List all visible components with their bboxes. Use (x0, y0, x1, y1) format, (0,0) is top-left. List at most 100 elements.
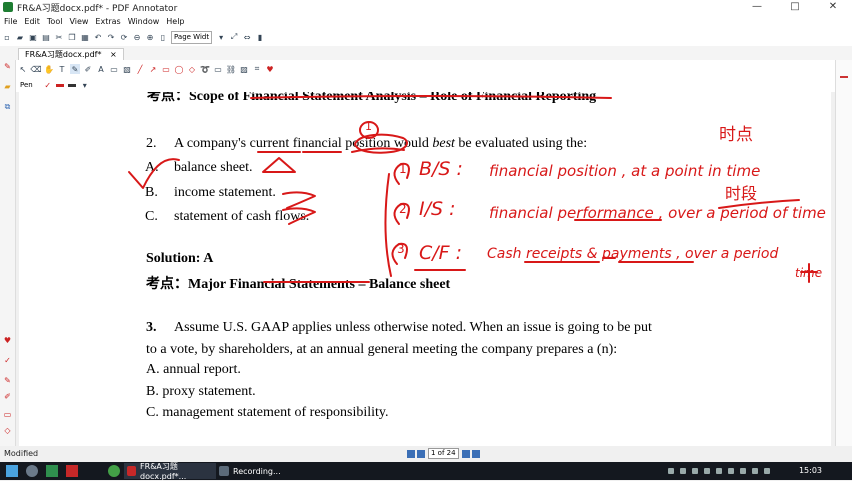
q2-option-a-text: balance sheet. (174, 160, 253, 175)
start-icon[interactable] (6, 465, 18, 477)
check-tool-icon[interactable]: ✓ (3, 356, 12, 365)
tray-icon[interactable] (716, 468, 722, 474)
ink-circle-one-label: 1 (365, 120, 372, 133)
annotation-toolbar: ↖ ⌫ ✋ T ✎ ✐ A ▭ ▧ ╱ ↗ ▭ ◯ ◇ ➰ ▭ ⛓ ▨ ⌗ ♥ (16, 60, 852, 79)
page-icon[interactable]: ▯ (158, 32, 168, 42)
pdf-page[interactable]: 考点：Scope of Financial Statement Analysis… (19, 92, 831, 446)
stamp-icon[interactable]: ▭ (109, 64, 119, 74)
zoom-in-icon[interactable]: ⊕ (145, 32, 155, 42)
menu-help[interactable]: Help (166, 17, 184, 26)
arrow-icon[interactable]: ↗ (148, 64, 158, 74)
menu-edit[interactable]: Edit (24, 17, 40, 26)
rectangle-icon[interactable]: ▭ (161, 64, 171, 74)
highlighter-icon[interactable]: ✐ (83, 64, 93, 74)
attach-icon[interactable]: ⧉ (3, 102, 12, 111)
tray-icon[interactable] (764, 468, 770, 474)
tab-close-icon[interactable]: × (110, 50, 117, 59)
note-icon[interactable]: ▭ (213, 64, 223, 74)
pen-tool-icon[interactable]: ✎ (3, 376, 12, 385)
save-icon[interactable]: ▣ (28, 32, 38, 42)
q2-kaodian: 考点：Major Financial Statements – Balance … (146, 273, 450, 293)
text-icon[interactable]: T (57, 64, 67, 74)
q3-line2: to a vote, by shareholders, at an annual… (146, 342, 618, 357)
zoom-out-icon[interactable]: ⊖ (132, 32, 142, 42)
hand-icon[interactable]: ✋ (44, 64, 54, 74)
typewriter-icon[interactable]: A (96, 64, 106, 74)
menu-bar: File Edit Tool View Extras Window Help (0, 14, 852, 28)
pen-width-swatch[interactable] (67, 83, 76, 87)
menu-window[interactable]: Window (128, 17, 160, 26)
zoom-select[interactable]: Page Widt (171, 30, 213, 44)
link-icon[interactable]: ⛓ (226, 64, 236, 74)
page-marker-icon[interactable] (840, 76, 848, 78)
system-clock[interactable]: 15:03 (799, 466, 822, 475)
minimize-button[interactable]: — (738, 0, 776, 14)
marker-tool-icon[interactable]: ✐ (3, 392, 12, 401)
q3-option-c: C. management statement of responsibilit… (146, 405, 389, 420)
shape-tool-icon[interactable]: ◇ (3, 426, 12, 435)
heart-icon[interactable]: ♥ (265, 64, 275, 74)
maximize-button[interactable]: □ (776, 0, 814, 14)
cut-icon[interactable]: ✂ (54, 32, 64, 42)
image-icon[interactable]: ▧ (122, 64, 132, 74)
new-icon[interactable]: ▫ (2, 32, 12, 42)
ellipse-icon[interactable]: ◯ (174, 64, 184, 74)
dropdown-icon[interactable]: ▾ (216, 32, 226, 42)
menu-file[interactable]: File (4, 17, 17, 26)
tray-icon[interactable] (692, 468, 698, 474)
kaodian-topic: Major Financial Statements (188, 277, 355, 292)
q2-number: 2. (146, 136, 157, 151)
pen-icon[interactable]: ✎ (70, 64, 80, 74)
box-tool-icon[interactable]: ▭ (3, 410, 12, 419)
menu-view[interactable]: View (69, 17, 88, 26)
q2-best: best (432, 136, 455, 151)
undo-icon[interactable]: ↶ (93, 32, 103, 42)
tray-icon[interactable] (740, 468, 746, 474)
crop-icon[interactable]: ⌗ (252, 64, 262, 74)
tray-icon[interactable] (728, 468, 734, 474)
menu-extras[interactable]: Extras (95, 17, 120, 26)
status-bar: Modified (0, 446, 852, 462)
fullscreen-icon[interactable]: ▮ (255, 32, 265, 42)
q2-option-b-letter: B. (145, 185, 158, 200)
heart-tool-icon[interactable]: ♥ (3, 336, 12, 345)
tray-icon[interactable] (704, 468, 710, 474)
open-folder-icon[interactable]: ▰ (15, 32, 25, 42)
pen-style-icon[interactable]: ✓ (43, 80, 53, 90)
tray-icon[interactable] (668, 468, 674, 474)
wechat-icon[interactable] (108, 465, 120, 477)
eraser-icon[interactable]: ⌫ (30, 64, 41, 74)
pen-label: Pen (20, 81, 33, 89)
fit-width-icon[interactable]: ⇔ (242, 32, 252, 42)
polygon-icon[interactable]: ◇ (187, 64, 197, 74)
left-sidebar: ✎ ▰ ⧉ ♥ ✓ ✎ ✐ ▭ ◇ (0, 60, 16, 446)
lasso-icon[interactable]: ➰ (200, 64, 210, 74)
copy-icon[interactable]: ❐ (67, 32, 77, 42)
select-icon[interactable]: ↖ (18, 64, 28, 74)
kaodian-rest: – Balance sheet (354, 277, 451, 292)
paste-icon[interactable]: ▦ (80, 32, 90, 42)
redo-icon[interactable]: ↷ (106, 32, 116, 42)
folder-icon[interactable]: ▰ (3, 82, 12, 91)
pen-color-swatch[interactable] (55, 83, 64, 87)
line-icon[interactable]: ╱ (135, 64, 145, 74)
pen-dropdown-icon[interactable]: ▾ (80, 80, 90, 90)
print-icon[interactable]: ▤ (41, 32, 51, 42)
brace (384, 173, 392, 277)
task-view-icon[interactable] (46, 465, 58, 477)
q2-solution: Solution: A (146, 251, 214, 266)
rotate-icon[interactable]: ⟳ (119, 32, 129, 42)
task-pdf-annotator[interactable]: FR&A习题docx.pdf*... (124, 462, 216, 481)
bookmark-icon[interactable]: ✎ (3, 62, 12, 71)
tray-icon[interactable] (680, 468, 686, 474)
window-controls: — □ ✕ (738, 0, 852, 14)
pdf-annotator-icon (127, 466, 137, 476)
fit-page-icon[interactable]: ⤢ (229, 32, 239, 42)
task-recording[interactable]: Recording... (216, 463, 300, 479)
menu-tool[interactable]: Tool (47, 17, 63, 26)
close-button[interactable]: ✕ (814, 0, 852, 14)
tray-icon[interactable] (752, 468, 758, 474)
pinned-app-icon[interactable] (66, 465, 78, 477)
picture-icon[interactable]: ▨ (239, 64, 249, 74)
search-icon[interactable] (26, 465, 38, 477)
